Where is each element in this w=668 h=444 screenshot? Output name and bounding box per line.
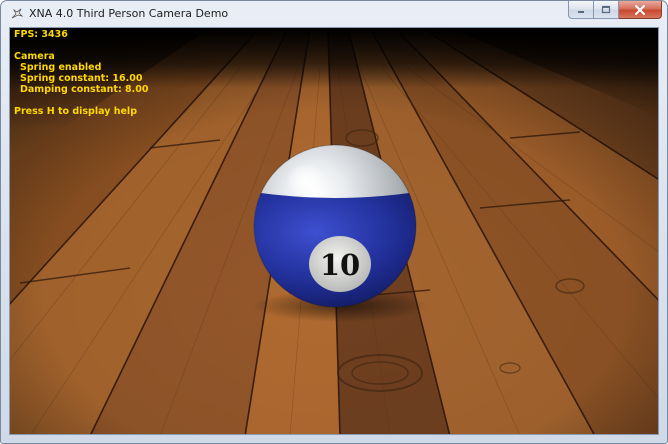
camera-heading: Camera: [14, 51, 55, 62]
application-window: XNA 4.0 Third Person Camera Demo 10 FPS:…: [0, 0, 668, 444]
fps-counter: FPS: 3436: [14, 29, 68, 40]
hud-spacer: [14, 95, 149, 106]
maximize-icon: [601, 5, 611, 14]
spring-status: Spring enabled: [20, 62, 102, 73]
help-hint: Press H to display help: [14, 106, 137, 117]
game-viewport[interactable]: 10 FPS: 3436 Camera Spring enabled Sprin…: [9, 27, 659, 435]
xna-app-icon: [11, 8, 24, 19]
close-icon: [635, 4, 645, 15]
title-bar[interactable]: XNA 4.0 Third Person Camera Demo: [1, 1, 667, 27]
hud-spacer: [14, 40, 149, 51]
hud-overlay: FPS: 3436 Camera Spring enabled Spring c…: [14, 29, 149, 117]
spring-constant: Spring constant: 16.00: [20, 73, 143, 84]
ball-number: 10: [320, 248, 360, 282]
maximize-button[interactable]: [594, 1, 619, 19]
window-title: XNA 4.0 Third Person Camera Demo: [29, 7, 229, 20]
damping-constant: Damping constant: 8.00: [20, 84, 149, 95]
window-controls: [568, 1, 662, 20]
close-button[interactable]: [619, 1, 662, 19]
minimize-button[interactable]: [568, 1, 594, 19]
ball-highlight: [286, 163, 326, 199]
minimize-icon: [578, 10, 584, 13]
